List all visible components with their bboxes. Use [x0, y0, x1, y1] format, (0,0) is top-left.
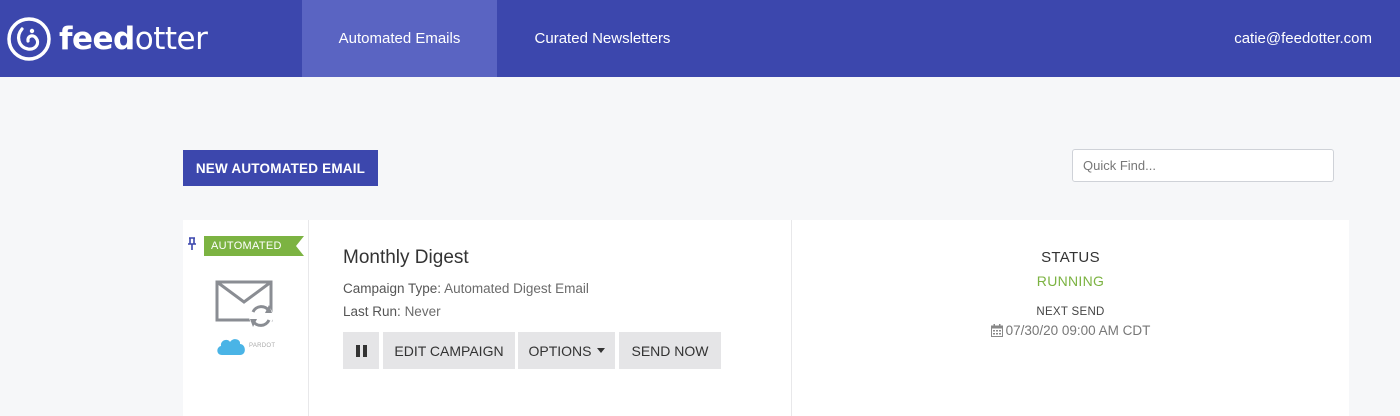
tab-label: Curated Newsletters	[534, 30, 671, 47]
next-send: 07/30/20 09:00 AM CDT	[792, 323, 1349, 338]
pin-icon[interactable]	[187, 237, 197, 251]
last-run-value: Never	[404, 304, 441, 319]
campaign-details: Monthly Digest Campaign Type: Automated …	[309, 220, 792, 416]
pause-icon	[355, 344, 367, 357]
campaign-type-label: Campaign Type:	[343, 281, 442, 296]
pardot-label: PARDOT	[249, 343, 276, 349]
tab-label: Automated Emails	[338, 30, 461, 47]
send-now-button[interactable]: SEND NOW	[619, 332, 721, 369]
user-account-menu[interactable]: catie@feedotter.com	[1234, 0, 1372, 77]
quick-find-input[interactable]	[1072, 149, 1334, 182]
status-value: RUNNING	[1036, 273, 1105, 289]
campaign-title[interactable]: Monthly Digest	[343, 247, 469, 269]
automated-badge: AUTOMATED	[211, 240, 282, 252]
otter-logo-icon	[7, 17, 51, 61]
campaign-type: Campaign Type: Automated Digest Email	[343, 281, 589, 296]
new-automated-email-button[interactable]: NEW AUTOMATED EMAIL	[183, 150, 378, 186]
edit-campaign-button[interactable]: EDIT CAMPAIGN	[383, 332, 515, 369]
next-send-label: NEXT SEND	[1036, 306, 1105, 318]
salesforce-cloud-icon	[217, 339, 245, 355]
campaign-card-left-column: AUTOMATED PARDOT	[183, 220, 309, 416]
status-label: STATUS	[1041, 249, 1100, 266]
brand-name: feedotter	[59, 21, 208, 57]
campaign-type-value: Automated Digest Email	[444, 281, 589, 296]
feedotter-logo[interactable]: feedotter	[6, 16, 208, 62]
calendar-icon	[990, 324, 1003, 337]
recurring-email-icon	[215, 280, 273, 328]
caret-down-icon	[596, 348, 605, 353]
top-navigation-bar: feedotter Automated Emails Curated Newsl…	[0, 0, 1400, 77]
campaign-status-panel: STATUS RUNNING NEXT SEND 07/30/20 09:00 …	[792, 220, 1349, 416]
last-run-label: Last Run:	[343, 304, 401, 319]
options-label: OPTIONS	[528, 342, 592, 359]
next-send-value: 07/30/20 09:00 AM CDT	[1005, 323, 1151, 338]
pause-button[interactable]	[343, 332, 379, 369]
campaign-card: AUTOMATED PARDOT Monthly Digest Campaign…	[183, 220, 1349, 416]
tab-curated-newsletters[interactable]: Curated Newsletters	[510, 0, 695, 77]
tab-automated-emails[interactable]: Automated Emails	[302, 0, 497, 77]
options-dropdown-button[interactable]: OPTIONS	[518, 332, 615, 369]
last-run: Last Run: Never	[343, 304, 441, 319]
